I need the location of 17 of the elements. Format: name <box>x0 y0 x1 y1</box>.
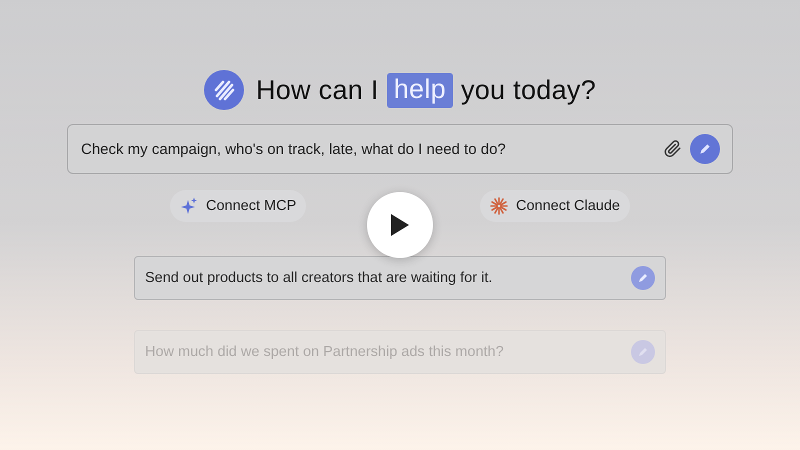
logo-icon <box>204 70 244 110</box>
play-icon <box>390 213 410 237</box>
send-button[interactable] <box>631 266 655 290</box>
pen-icon <box>698 142 712 156</box>
pen-icon <box>637 272 649 284</box>
sparkle-icon <box>180 197 198 215</box>
send-button[interactable] <box>690 134 720 164</box>
connect-button[interactable]: Connect MCP <box>170 190 306 222</box>
suggestion-card[interactable]: Send out products to all creators that are waiting for it. <box>134 256 666 300</box>
heading: How can I help you today? <box>256 72 596 108</box>
play-button[interactable] <box>367 192 433 258</box>
starburst-icon <box>490 197 508 215</box>
paperclip-icon[interactable] <box>664 140 682 158</box>
prompt-text: Check my campaign, who's on track, late, what do I need to do? <box>81 140 507 158</box>
suggestion-text: Send out products to all creators that are waiting for it. <box>145 270 492 286</box>
prompt-field[interactable]: Check my campaign, who's on track, late, what do I need to do? <box>67 124 733 174</box>
connect-button[interactable]: Connect Claude <box>480 190 630 222</box>
